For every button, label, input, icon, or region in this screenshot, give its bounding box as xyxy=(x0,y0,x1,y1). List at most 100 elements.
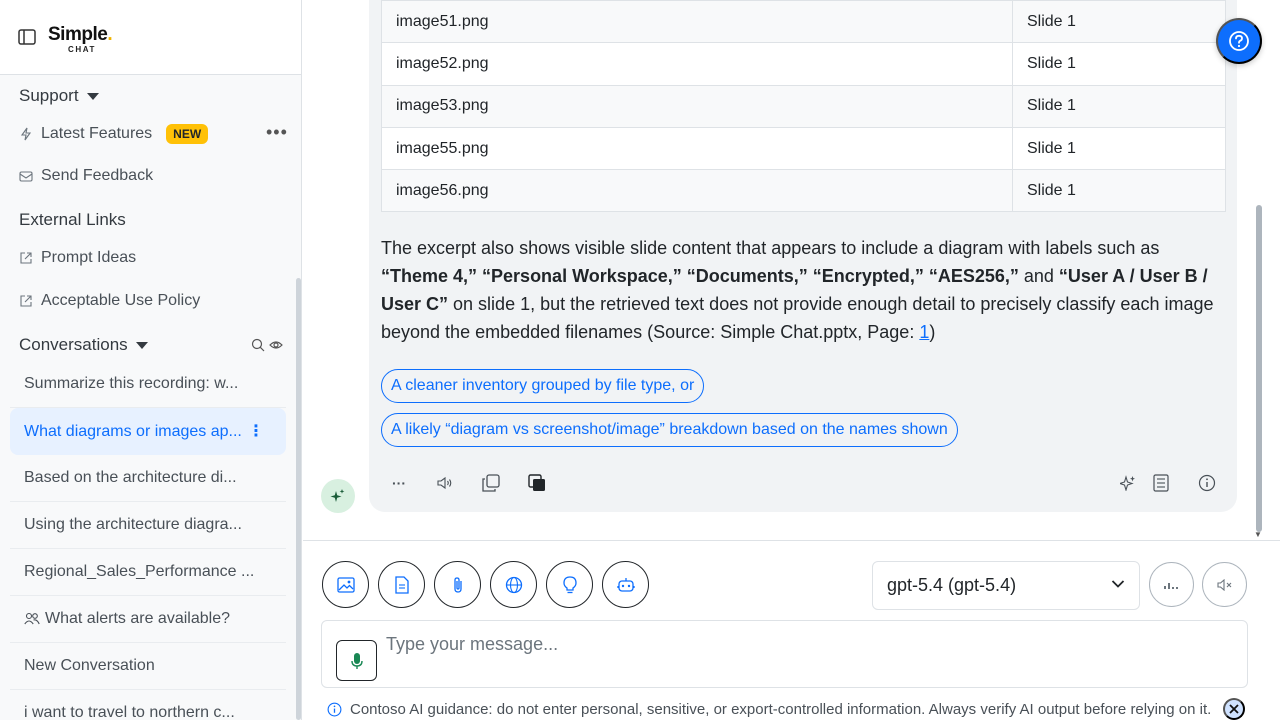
table-cell-slide: Slide 1 xyxy=(1012,42,1226,86)
table-cell-slide: Slide 1 xyxy=(1012,169,1226,213)
globe-icon xyxy=(505,576,522,593)
table-row: image52.png Slide 1 xyxy=(381,42,1226,86)
prompt-ideas-label: Prompt Ideas xyxy=(41,249,137,266)
conversation-item[interactable]: Using the architecture diagra... xyxy=(10,502,286,549)
table-cell-slide: Slide 1 xyxy=(1012,84,1226,128)
model-select[interactable]: gpt-5.4 (gpt-5.4) xyxy=(872,561,1140,610)
microphone-button[interactable] xyxy=(336,640,377,681)
send-feedback-link[interactable]: Send Feedback xyxy=(19,167,153,185)
table-row: image55.png Slide 1 xyxy=(381,126,1226,170)
duplicate-icon[interactable] xyxy=(524,470,550,496)
table-cell-file: image52.png xyxy=(381,42,1013,86)
acceptable-use-link[interactable]: Acceptable Use Policy xyxy=(19,292,200,310)
new-badge: NEW xyxy=(166,124,209,144)
table-row: image51.png Slide 1 xyxy=(381,0,1226,43)
ai-sparkle-icon xyxy=(330,489,345,502)
table-cell-slide: Slide 1 xyxy=(1012,126,1226,170)
answer-text-4: ) xyxy=(929,322,936,342)
lightning-icon xyxy=(20,127,32,141)
table-cell-file: image56.png xyxy=(381,169,1013,213)
logo-dot: . xyxy=(107,24,113,45)
feedback-icon xyxy=(19,171,33,182)
ai-avatar xyxy=(321,479,355,513)
close-guidance-button[interactable] xyxy=(1223,698,1245,720)
attach-file-button[interactable] xyxy=(434,561,481,608)
document-button[interactable] xyxy=(378,561,425,608)
chevron-down-icon xyxy=(1111,580,1125,588)
bars-icon xyxy=(1163,582,1178,589)
conversation-item[interactable]: i want to travel to northern c... xyxy=(10,690,286,720)
speaker-icon[interactable] xyxy=(432,470,458,496)
lightbulb-icon xyxy=(562,575,577,593)
caret-down-icon xyxy=(86,92,99,100)
more-actions-icon[interactable]: ··· xyxy=(386,470,412,496)
acceptable-use-label: Acceptable Use Policy xyxy=(41,292,201,309)
sidebar-scrollbar[interactable] xyxy=(296,278,301,720)
scroll-down-arrow-icon[interactable]: ▼ xyxy=(1254,530,1262,539)
followup-suggestion[interactable]: A cleaner inventory grouped by file type… xyxy=(381,369,705,403)
table-cell-slide: Slide 1 xyxy=(1012,0,1226,43)
conversation-title: New Conversation xyxy=(24,657,155,674)
conversation-item-active[interactable]: What diagrams or images ap... ⋮ xyxy=(10,408,286,455)
external-link-icon xyxy=(20,252,32,264)
logo-name: Simple xyxy=(48,24,108,45)
support-section-toggle[interactable]: Support xyxy=(19,86,99,106)
conversation-item[interactable]: What alerts are available? xyxy=(10,596,286,643)
table-cell-file: image51.png xyxy=(381,0,1013,43)
conversation-item[interactable]: Regional_Sales_Performance ... xyxy=(10,549,286,596)
sparkle-icon[interactable] xyxy=(1115,470,1141,496)
info-icon[interactable] xyxy=(1194,470,1220,496)
help-button[interactable] xyxy=(1216,18,1262,64)
speaker-mute-icon xyxy=(1216,578,1231,591)
logo-sub: CHAT xyxy=(68,45,97,54)
image-upload-button[interactable] xyxy=(322,561,369,608)
external-links-title: External Links xyxy=(19,210,126,229)
notes-icon[interactable] xyxy=(1148,470,1174,496)
table-row: image53.png Slide 1 xyxy=(381,84,1226,128)
conversation-tools xyxy=(251,338,283,352)
app-logo[interactable]: Simple. CHAT xyxy=(48,24,113,54)
agent-button[interactable] xyxy=(602,561,649,608)
model-select-value: gpt-5.4 (gpt-5.4) xyxy=(887,575,1017,595)
conversation-item[interactable]: Based on the architecture di... xyxy=(10,455,286,502)
latest-features-link[interactable]: Latest Features NEW xyxy=(19,124,209,144)
answer-paragraph: The excerpt also shows visible slide con… xyxy=(381,234,1226,346)
followup-suggestion[interactable]: A likely “diagram vs screenshot/image” b… xyxy=(381,413,958,447)
web-search-button[interactable] xyxy=(490,561,537,608)
conversation-list: Summarize this recording: w... What diag… xyxy=(10,361,286,720)
answer-text-2: and xyxy=(1018,266,1059,286)
kebab-menu-icon[interactable]: ⋮ xyxy=(248,421,264,441)
conversation-title: Summarize this recording: w... xyxy=(24,375,239,392)
chat-scrollbar[interactable] xyxy=(1256,205,1262,532)
support-title: Support xyxy=(19,86,79,105)
table-cell-file: image53.png xyxy=(381,84,1013,128)
eye-icon[interactable] xyxy=(269,338,283,352)
source-page-link[interactable]: 1 xyxy=(919,322,929,342)
conversation-item[interactable]: Summarize this recording: w... xyxy=(10,361,286,408)
caret-down-icon xyxy=(135,341,148,349)
conversation-title: i want to travel to northern c... xyxy=(24,704,235,720)
conversation-title: What diagrams or images ap... xyxy=(24,422,242,440)
conversation-item[interactable]: New Conversation xyxy=(10,643,286,690)
info-icon xyxy=(327,702,342,717)
message-input[interactable] xyxy=(386,631,1226,657)
latest-features-label: Latest Features xyxy=(41,125,153,142)
message-composer xyxy=(321,620,1248,688)
conversation-title: Using the architecture diagra... xyxy=(24,516,242,533)
search-icon[interactable] xyxy=(251,338,265,352)
table-row: image56.png Slide 1 xyxy=(381,169,1226,213)
mute-button[interactable] xyxy=(1202,562,1247,607)
ai-guidance-text: Contoso AI guidance: do not enter person… xyxy=(350,701,1212,718)
more-options-icon[interactable]: ••• xyxy=(266,122,288,143)
conversations-section-toggle[interactable]: Conversations xyxy=(19,335,148,355)
paperclip-icon xyxy=(453,576,462,593)
answer-text-1: The excerpt also shows visible slide con… xyxy=(381,238,1160,258)
image-icon xyxy=(336,576,355,593)
prompt-ideas-link[interactable]: Prompt Ideas xyxy=(19,249,136,267)
sidebar-toggle-icon[interactable] xyxy=(18,29,36,45)
streaming-button[interactable] xyxy=(1149,562,1194,607)
prompt-ideas-button[interactable] xyxy=(546,561,593,608)
question-icon xyxy=(1229,31,1249,51)
copy-icon[interactable] xyxy=(478,470,504,496)
robot-icon xyxy=(616,577,635,592)
